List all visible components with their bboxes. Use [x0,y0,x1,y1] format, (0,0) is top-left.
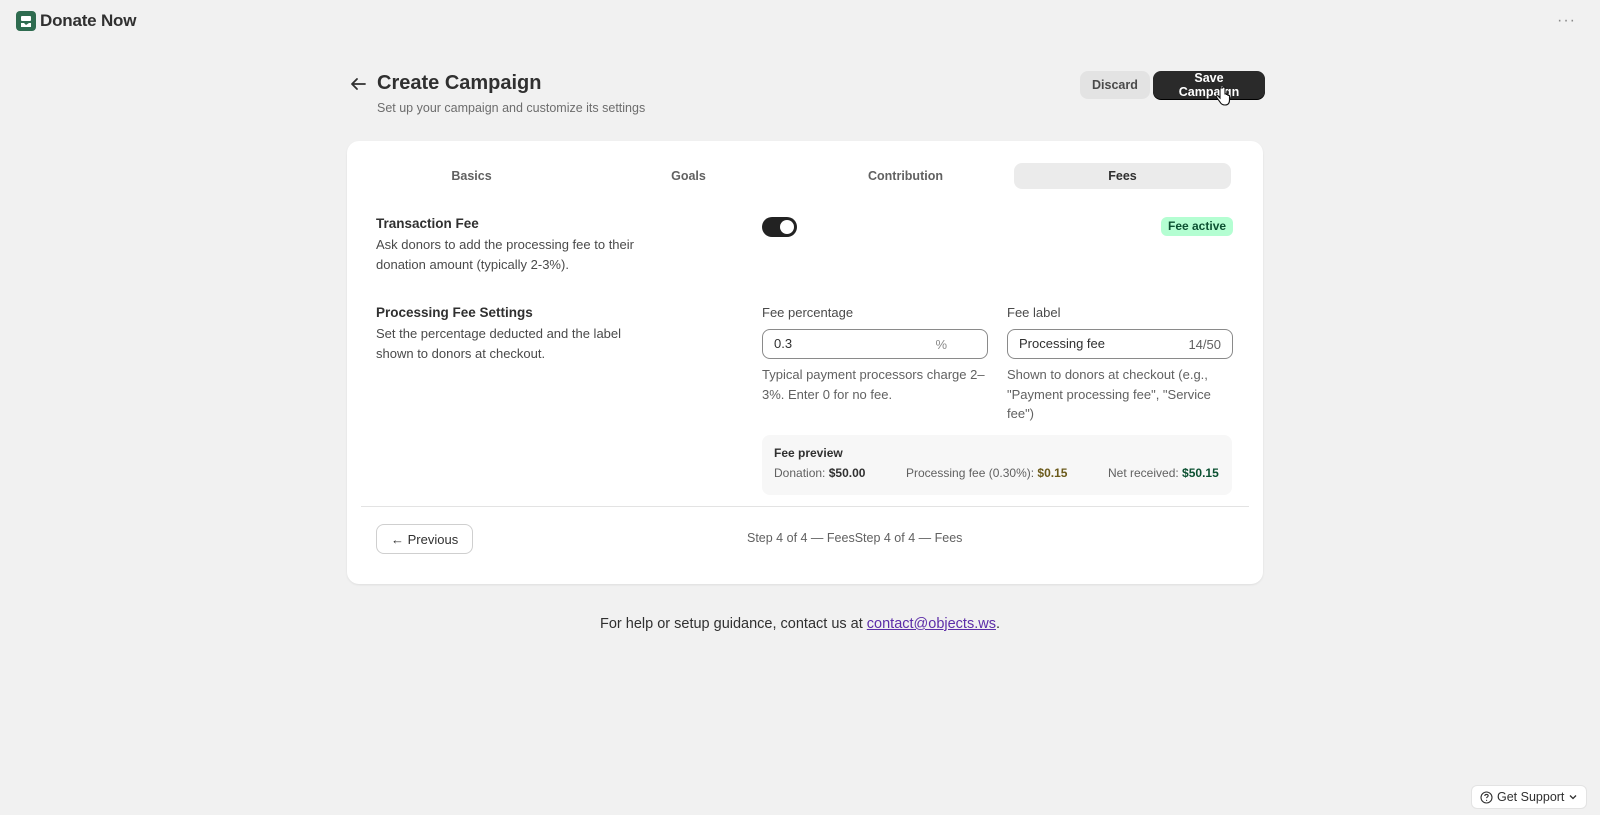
tab-basics[interactable]: Basics [363,163,580,189]
donate-logo-icon [16,11,36,31]
tab-bar: Basics Goals Contribution Fees [363,163,1231,189]
fee-label-label: Fee label [1007,305,1061,320]
page-subtitle: Set up your campaign and customize its s… [377,101,646,115]
processing-fee-title: Processing Fee Settings [376,305,533,320]
help-suffix: . [995,616,1000,632]
preview-fee: Processing fee (0.30%): $0.15 [906,466,1067,480]
fee-preview-title: Fee preview [774,446,843,460]
step-indicator: Step 4 of 4 — FeesStep 4 of 4 — Fees [747,531,963,545]
page-header: Create Campaign Set up your campaign and… [349,70,1265,120]
discard-button[interactable]: Discard [1080,71,1150,99]
app-title: Donate Now [40,11,137,30]
fee-label-input[interactable] [1019,336,1159,351]
fee-percentage-field[interactable]: % [762,329,988,359]
page-title: Create Campaign [377,72,542,94]
previous-button[interactable]: ← Previous [376,524,474,554]
back-arrow-icon[interactable] [349,76,367,92]
help-circle-icon [1480,790,1493,804]
more-options-icon[interactable]: ··· [1557,12,1576,30]
fee-percentage-help: Typical payment processors charge 2–3%. … [762,367,985,402]
contact-email-link[interactable]: contact@objects.ws [867,616,996,632]
chevron-down-icon [1569,795,1577,800]
save-campaign-button[interactable]: Save Campaign [1153,71,1265,99]
tab-fees[interactable]: Fees [1014,163,1231,189]
preview-donation: Donation: $50.00 [774,466,865,480]
card-divider [361,506,1249,507]
tab-contribution[interactable]: Contribution [797,163,1014,189]
fee-percentage-label: Fee percentage [762,305,854,320]
fee-preview: Fee preview Donation: $50.00 Processing … [762,435,1232,495]
preview-net-label: Net received: [1108,466,1179,480]
get-support-label: Get Support [1497,790,1565,804]
fee-status-badge: Fee active [1161,217,1234,236]
processing-fee-description: Set the percentage deducted and the labe… [376,326,622,361]
transaction-fee-description: Ask donors to add the processing fee to … [376,237,634,272]
transaction-fee-toggle[interactable] [762,217,797,237]
fee-label-help: Shown to donors at checkout (e.g., "Paym… [1007,367,1211,421]
get-support-button[interactable]: Get Support [1471,785,1588,809]
preview-net-value: $50.15 [1182,466,1219,480]
help-text: For help or setup guidance, contact us a… [599,616,867,632]
fee-percentage-input[interactable] [774,336,914,351]
percent-suffix: % [935,337,947,352]
campaign-card: Basics Goals Contribution Fees Transacti… [347,141,1263,584]
toggle-knob [780,220,794,234]
preview-fee-value: $0.15 [1037,466,1068,480]
app-header: Donate Now [16,11,136,31]
preview-net: Net received: $50.15 [1108,466,1219,480]
preview-fee-label: Processing fee (0.30%): [906,466,1035,480]
tab-goals[interactable]: Goals [580,163,797,189]
character-count: 14/50 [1188,337,1221,352]
fee-label-field[interactable]: 14/50 [1007,329,1233,359]
help-footer: For help or setup guidance, contact us a… [0,616,1600,632]
preview-donation-label: Donation: [774,466,826,480]
transaction-fee-title: Transaction Fee [376,216,479,231]
hand-cursor-icon [1215,86,1231,106]
preview-donation-value: $50.00 [828,466,866,480]
